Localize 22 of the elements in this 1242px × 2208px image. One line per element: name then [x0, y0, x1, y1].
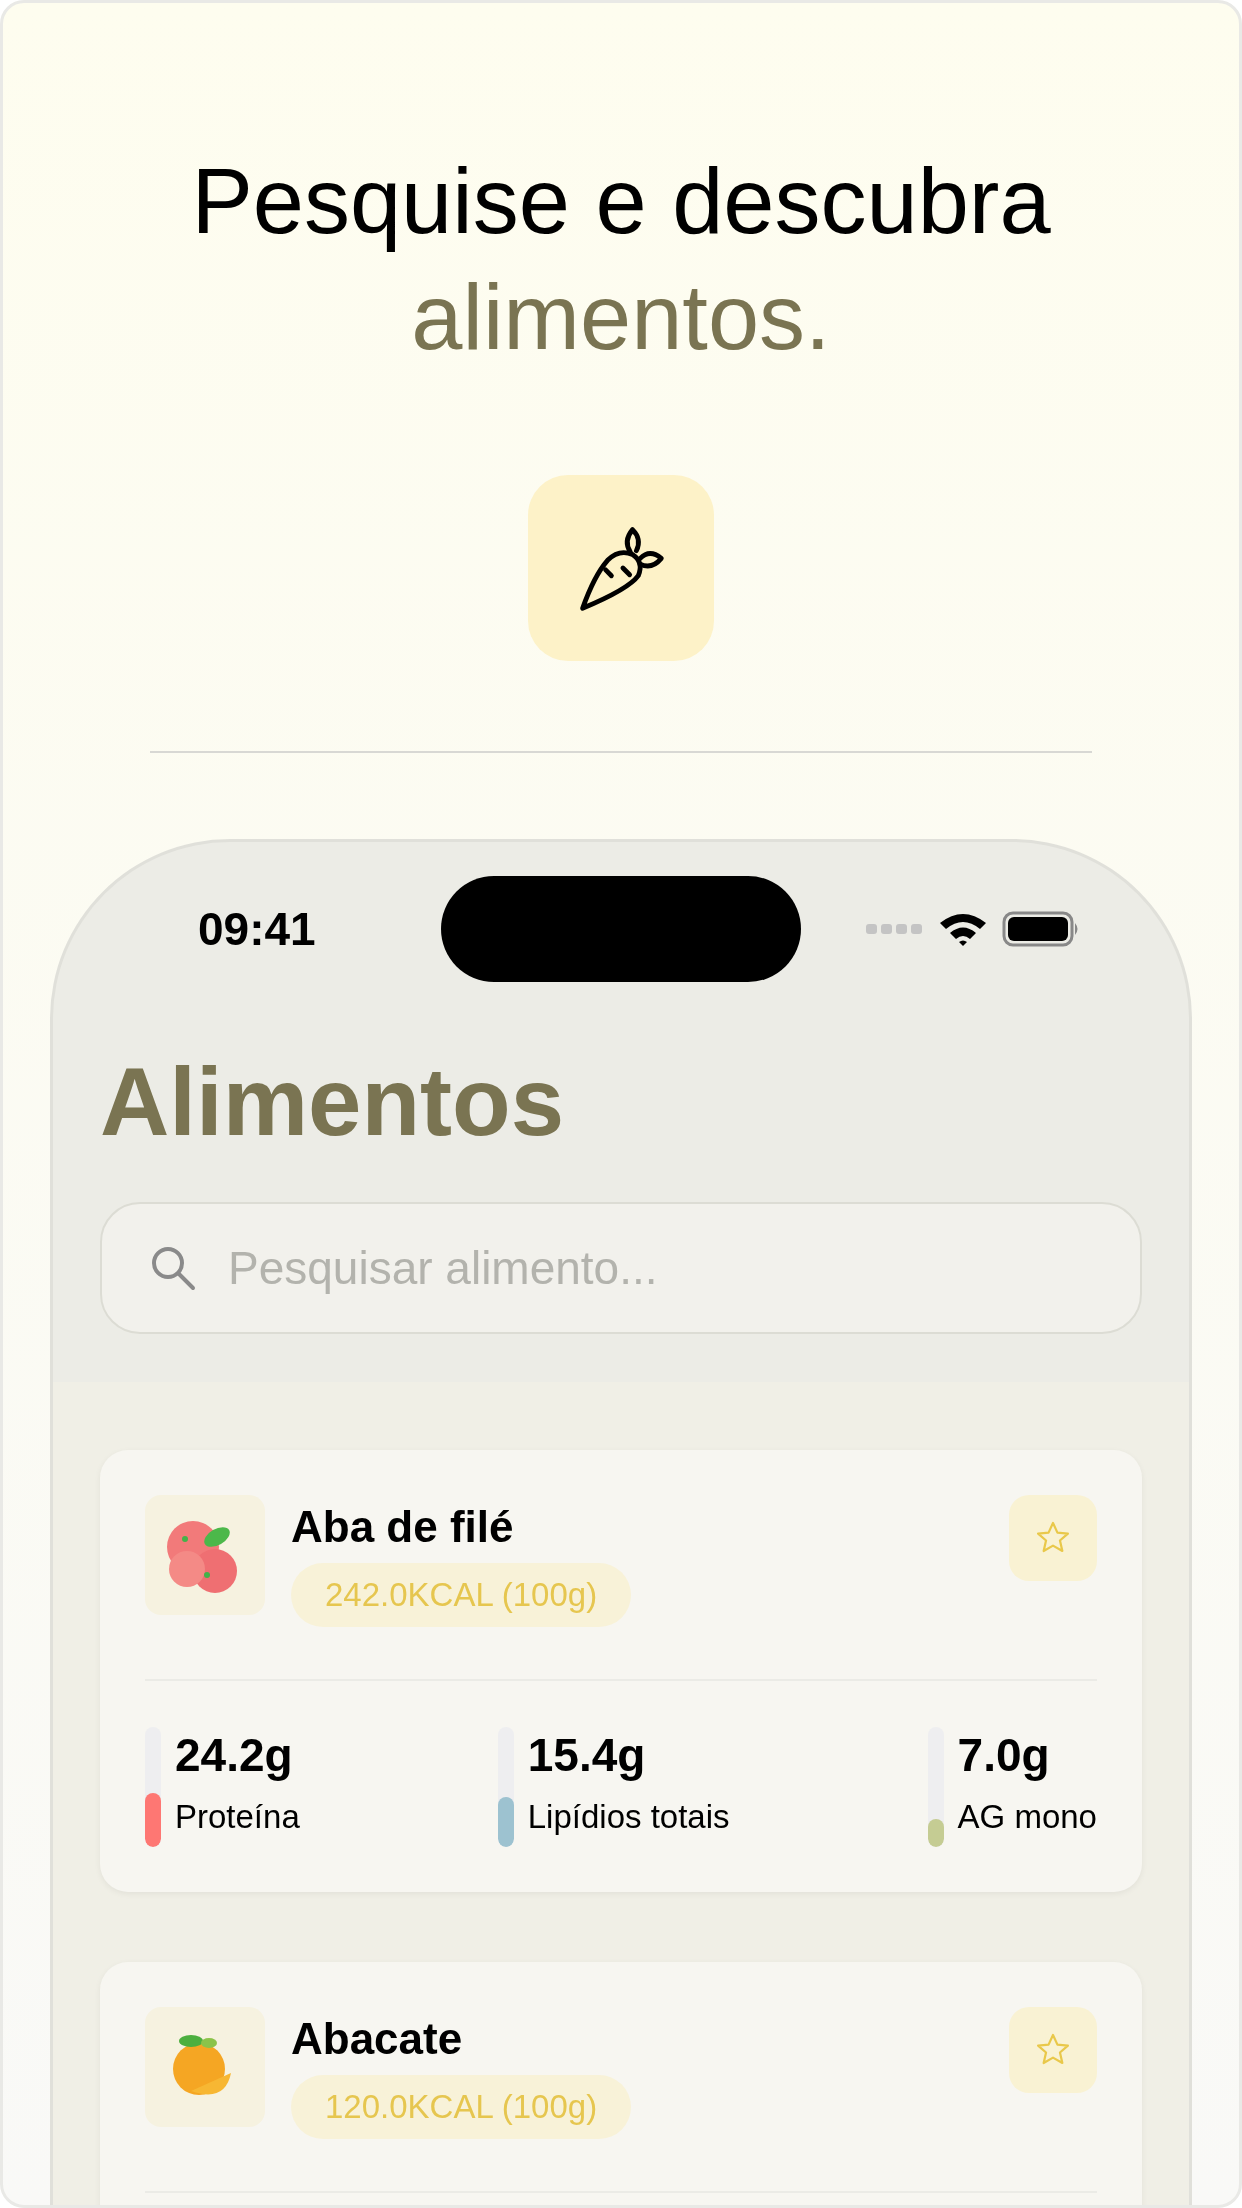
status-time: 09:41: [197, 902, 317, 956]
nutrient-value: 15.4g: [527, 1728, 647, 1783]
wifi-icon: [938, 911, 988, 947]
search-icon: [150, 1245, 196, 1291]
nutrient-label: AG mono: [957, 1797, 1097, 1837]
nutrient-label: Proteína: [175, 1797, 300, 1837]
nutrient-value: 7.0g: [957, 1728, 1051, 1783]
calorie-badge: 242.0KCAL (100g): [291, 1563, 632, 1627]
food-name: Aba de filé: [291, 1501, 515, 1553]
search-field[interactable]: Pesquisar alimento...: [100, 1202, 1142, 1334]
calorie-badge: 120.0KCAL (100g): [291, 2075, 632, 2139]
favorite-button[interactable]: [1009, 2007, 1097, 2093]
page-title: Alimentos: [100, 1047, 566, 1157]
favorite-button[interactable]: [1009, 1495, 1097, 1581]
headline-highlight: alimentos.: [411, 265, 831, 370]
food-name: Abacate: [291, 2013, 464, 2065]
nutrient-label: Lipídios totais: [527, 1797, 730, 1837]
food-card[interactable]: Aba de filé 242.0KCAL (100g) 24.2g Proteína 15.4g Lipídios totais 7.0g AG mono: [100, 1450, 1142, 1892]
food-card[interactable]: Abacate 120.0KCAL (100g): [100, 1962, 1142, 2205]
signal-icon: [866, 922, 924, 936]
headline: Pesquise e descubra: [191, 149, 1051, 254]
nutrient-value: 24.2g: [175, 1728, 294, 1783]
